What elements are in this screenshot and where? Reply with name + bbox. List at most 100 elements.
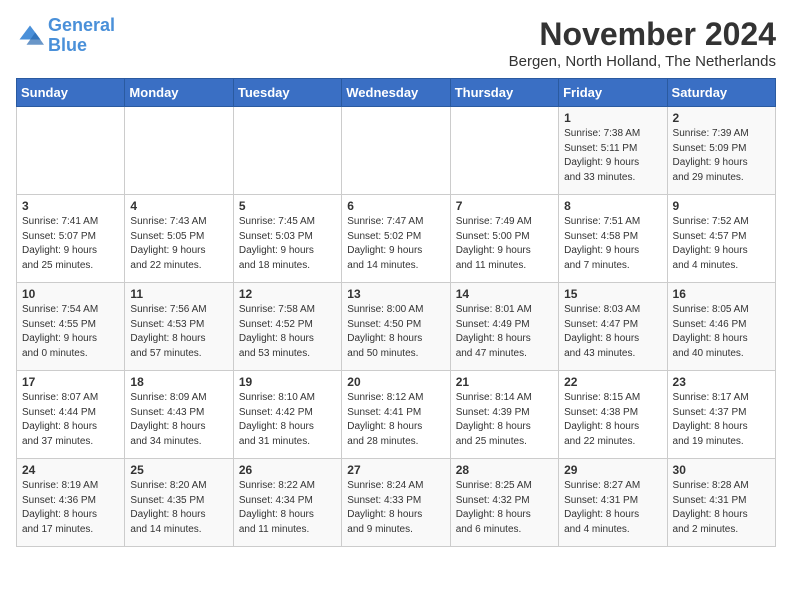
day-info: Sunrise: 7:39 AM Sunset: 5:09 PM Dayligh… (673, 127, 770, 185)
logo-icon (16, 22, 44, 50)
day-number: 6 (347, 199, 444, 213)
calendar-cell: 5 Sunrise: 7:45 AM Sunset: 5:03 PM Daylig… (233, 195, 341, 283)
day-info: Sunrise: 8:15 AM Sunset: 4:38 PM Dayligh… (564, 391, 661, 449)
day-info: Sunrise: 8:00 AM Sunset: 4:50 PM Dayligh… (347, 303, 444, 361)
calendar-cell: 21Sunrise: 8:14 AM Sunset: 4:39 PM Dayli… (450, 371, 558, 459)
col-header-tuesday: Tuesday (233, 79, 341, 107)
day-number: 3 (22, 199, 119, 213)
calendar-cell: 17 Sunrise: 8:07 AM Sunset: 4:44 PM Dayli… (17, 371, 125, 459)
calendar-cell: 1 Sunrise: 7:38 AM Sunset: 5:11 PM Daylig… (559, 107, 667, 195)
calendar-cell: 19 Sunrise: 8:10 AM Sunset: 4:42 PM Dayli… (233, 371, 341, 459)
day-info: Sunrise: 8:27 AM Sunset: 4:31 PM Dayligh… (564, 479, 661, 537)
day-number: 9 (673, 199, 770, 213)
day-number: 18 (130, 375, 227, 389)
day-info: Sunrise: 8:19 AM Sunset: 4:36 PM Dayligh… (22, 479, 119, 537)
day-info: Sunrise: 8:28 AM Sunset: 4:31 PM Dayligh… (673, 479, 770, 537)
calendar-cell (125, 107, 233, 195)
day-number: 26 (239, 463, 336, 477)
day-info: Sunrise: 8:07 AM Sunset: 4:44 PM Dayligh… (22, 391, 119, 449)
col-header-wednesday: Wednesday (342, 79, 450, 107)
day-number: 29 (564, 463, 661, 477)
calendar-cell: 26 Sunrise: 8:22 AM Sunset: 4:34 PM Dayli… (233, 459, 341, 547)
day-info: Sunrise: 7:54 AM Sunset: 4:55 PM Dayligh… (22, 303, 119, 361)
header-row: SundayMondayTuesdayWednesdayThursdayFrid… (17, 79, 776, 107)
day-number: 25 (130, 463, 227, 477)
day-info: Sunrise: 8:14 AM Sunset: 4:39 PM Dayligh… (456, 391, 553, 449)
col-header-thursday: Thursday (450, 79, 558, 107)
day-info: Sunrise: 8:10 AM Sunset: 4:42 PM Dayligh… (239, 391, 336, 449)
calendar-cell: 8 Sunrise: 7:51 AM Sunset: 4:58 PM Daylig… (559, 195, 667, 283)
logo: General Blue (16, 16, 115, 56)
calendar-cell (450, 107, 558, 195)
week-row-2: 3 Sunrise: 7:41 AM Sunset: 5:07 PM Daylig… (17, 195, 776, 283)
day-number: 22 (564, 375, 661, 389)
calendar-cell: 4 Sunrise: 7:43 AM Sunset: 5:05 PM Daylig… (125, 195, 233, 283)
calendar-cell: 18 Sunrise: 8:09 AM Sunset: 4:43 PM Dayli… (125, 371, 233, 459)
day-info: Sunrise: 7:51 AM Sunset: 4:58 PM Dayligh… (564, 215, 661, 273)
day-number: 19 (239, 375, 336, 389)
calendar-table: SundayMondayTuesdayWednesdayThursdayFrid… (16, 78, 776, 547)
calendar-cell: 20 Sunrise: 8:12 AM Sunset: 4:41 PM Dayli… (342, 371, 450, 459)
month-title: November 2024 (509, 16, 776, 53)
day-number: 24 (22, 463, 119, 477)
calendar-cell (342, 107, 450, 195)
day-number: 13 (347, 287, 444, 301)
calendar-cell: 27Sunrise: 8:24 AM Sunset: 4:33 PM Dayli… (342, 459, 450, 547)
day-number: 10 (22, 287, 119, 301)
calendar-cell: 3 Sunrise: 7:41 AM Sunset: 5:07 PM Daylig… (17, 195, 125, 283)
col-header-monday: Monday (125, 79, 233, 107)
week-row-4: 17 Sunrise: 8:07 AM Sunset: 4:44 PM Dayli… (17, 371, 776, 459)
calendar-cell: 22 Sunrise: 8:15 AM Sunset: 4:38 PM Dayli… (559, 371, 667, 459)
calendar-cell: 23Sunrise: 8:17 AM Sunset: 4:37 PM Dayli… (667, 371, 775, 459)
calendar-cell (17, 107, 125, 195)
day-info: Sunrise: 8:22 AM Sunset: 4:34 PM Dayligh… (239, 479, 336, 537)
day-info: Sunrise: 7:43 AM Sunset: 5:05 PM Dayligh… (130, 215, 227, 273)
col-header-saturday: Saturday (667, 79, 775, 107)
calendar-cell: 16Sunrise: 8:05 AM Sunset: 4:46 PM Dayli… (667, 283, 775, 371)
calendar-cell: 24 Sunrise: 8:19 AM Sunset: 4:36 PM Dayli… (17, 459, 125, 547)
calendar-cell: 11 Sunrise: 7:56 AM Sunset: 4:53 PM Dayli… (125, 283, 233, 371)
day-info: Sunrise: 8:01 AM Sunset: 4:49 PM Dayligh… (456, 303, 553, 361)
day-info: Sunrise: 7:49 AM Sunset: 5:00 PM Dayligh… (456, 215, 553, 273)
day-number: 17 (22, 375, 119, 389)
week-row-5: 24 Sunrise: 8:19 AM Sunset: 4:36 PM Dayli… (17, 459, 776, 547)
calendar-cell: 6 Sunrise: 7:47 AM Sunset: 5:02 PM Daylig… (342, 195, 450, 283)
day-number: 14 (456, 287, 553, 301)
day-info: Sunrise: 7:41 AM Sunset: 5:07 PM Dayligh… (22, 215, 119, 273)
day-number: 5 (239, 199, 336, 213)
calendar-cell: 14 Sunrise: 8:01 AM Sunset: 4:49 PM Dayli… (450, 283, 558, 371)
col-header-friday: Friday (559, 79, 667, 107)
day-info: Sunrise: 8:09 AM Sunset: 4:43 PM Dayligh… (130, 391, 227, 449)
day-number: 7 (456, 199, 553, 213)
calendar-cell: 30 Sunrise: 8:28 AM Sunset: 4:31 PM Dayli… (667, 459, 775, 547)
day-number: 8 (564, 199, 661, 213)
day-info: Sunrise: 7:47 AM Sunset: 5:02 PM Dayligh… (347, 215, 444, 273)
day-number: 4 (130, 199, 227, 213)
col-header-sunday: Sunday (17, 79, 125, 107)
calendar-cell: 12 Sunrise: 7:58 AM Sunset: 4:52 PM Dayli… (233, 283, 341, 371)
day-number: 20 (347, 375, 444, 389)
day-info: Sunrise: 7:52 AM Sunset: 4:57 PM Dayligh… (673, 215, 770, 273)
calendar-cell: 13 Sunrise: 8:00 AM Sunset: 4:50 PM Dayli… (342, 283, 450, 371)
day-number: 28 (456, 463, 553, 477)
day-info: Sunrise: 7:56 AM Sunset: 4:53 PM Dayligh… (130, 303, 227, 361)
calendar-cell: 9 Sunrise: 7:52 AM Sunset: 4:57 PM Daylig… (667, 195, 775, 283)
calendar-cell: 2Sunrise: 7:39 AM Sunset: 5:09 PM Daylig… (667, 107, 775, 195)
header: General Blue November 2024 Bergen, North… (16, 16, 776, 70)
location-title: Bergen, North Holland, The Netherlands (509, 53, 776, 70)
day-info: Sunrise: 7:58 AM Sunset: 4:52 PM Dayligh… (239, 303, 336, 361)
day-info: Sunrise: 8:20 AM Sunset: 4:35 PM Dayligh… (130, 479, 227, 537)
day-info: Sunrise: 8:25 AM Sunset: 4:32 PM Dayligh… (456, 479, 553, 537)
day-number: 1 (564, 111, 661, 125)
calendar-cell: 10 Sunrise: 7:54 AM Sunset: 4:55 PM Dayli… (17, 283, 125, 371)
calendar-cell: 29 Sunrise: 8:27 AM Sunset: 4:31 PM Dayli… (559, 459, 667, 547)
day-info: Sunrise: 7:38 AM Sunset: 5:11 PM Dayligh… (564, 127, 661, 185)
day-number: 30 (673, 463, 770, 477)
day-info: Sunrise: 8:12 AM Sunset: 4:41 PM Dayligh… (347, 391, 444, 449)
calendar-cell: 28 Sunrise: 8:25 AM Sunset: 4:32 PM Dayli… (450, 459, 558, 547)
day-info: Sunrise: 7:45 AM Sunset: 5:03 PM Dayligh… (239, 215, 336, 273)
day-info: Sunrise: 8:17 AM Sunset: 4:37 PM Dayligh… (673, 391, 770, 449)
day-number: 12 (239, 287, 336, 301)
calendar-cell: 7 Sunrise: 7:49 AM Sunset: 5:00 PM Daylig… (450, 195, 558, 283)
day-number: 11 (130, 287, 227, 301)
